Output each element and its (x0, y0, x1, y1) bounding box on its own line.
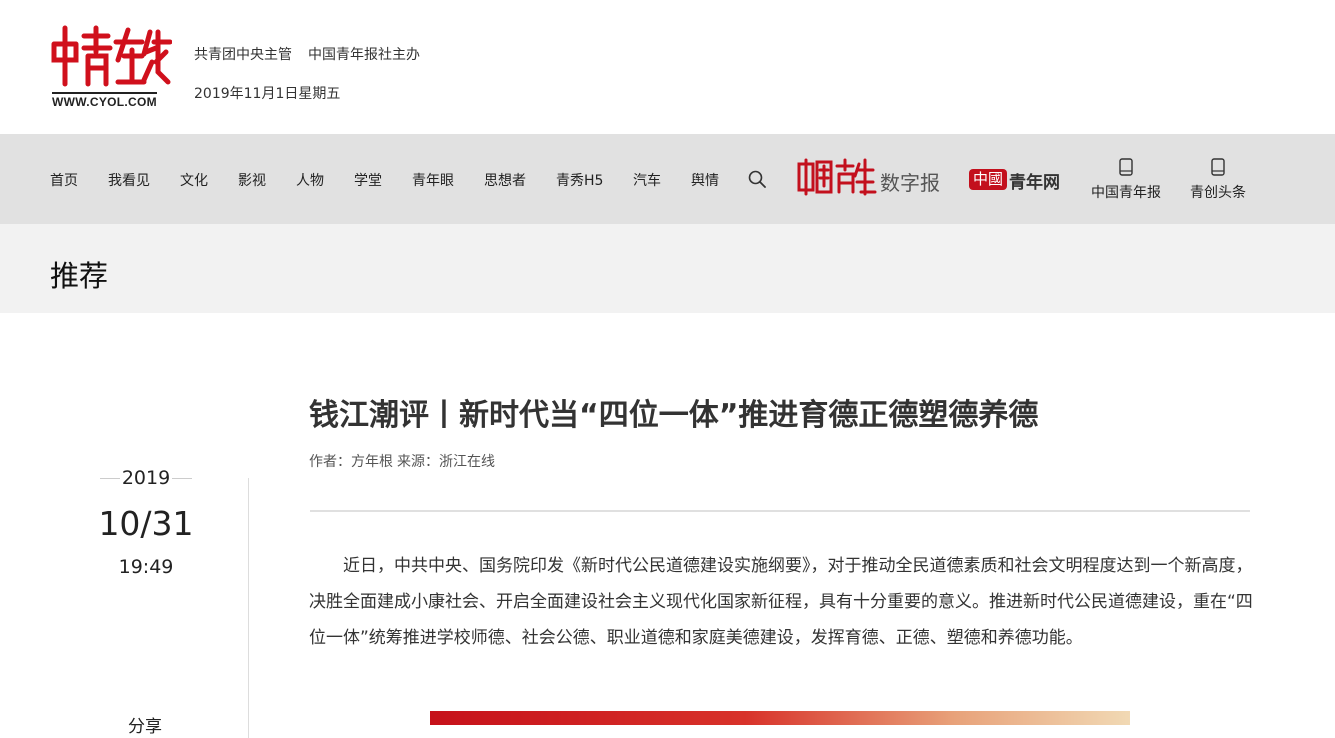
app-link-label: 青创头条 (1190, 185, 1246, 201)
publish-year: 2019 (121, 467, 171, 489)
article-paragraph: 近日，中共中央、国务院印发《新时代公民道德建设实施纲要》，对于推动全民道德素质和… (309, 556, 1253, 648)
tablet-icon (1119, 158, 1133, 176)
publish-time: 19:49 (118, 556, 174, 578)
article-source: 来源：浙江在线 (397, 454, 495, 470)
article-author: 作者：方年根 (309, 454, 393, 470)
site-url: WWW.CYOL.COM (52, 92, 157, 109)
divider (310, 510, 1250, 512)
digital-edition-label[interactable]: 数字报 (880, 167, 940, 196)
divider (248, 478, 249, 738)
app-link-label: 中国青年报 (1091, 185, 1161, 201)
divider (172, 478, 192, 479)
nav-item-youth-eye[interactable]: 青年眼 (412, 170, 454, 190)
nav-item-culture[interactable]: 文化 (180, 170, 208, 190)
divider (100, 478, 120, 479)
app-link-cyd[interactable]: 中国青年报 (1091, 156, 1161, 202)
nav-item-thinker[interactable]: 思想者 (484, 170, 526, 190)
sponsor-2: 中国青年报社主办 (308, 47, 420, 63)
publish-month-day: 10/31 (98, 504, 194, 543)
article-image (430, 711, 1130, 725)
nav-item-people[interactable]: 人物 (296, 170, 324, 190)
publish-date: 2019 10/31 19:49 (96, 466, 196, 578)
tablet-icon (1211, 158, 1225, 176)
app-link-qctt[interactable]: 青创头条 (1190, 156, 1246, 202)
current-date: 2019年11月1日星期五 (194, 86, 341, 102)
nav-item-wokanjian[interactable]: 我看见 (108, 170, 150, 190)
nav-item-auto[interactable]: 汽车 (633, 170, 661, 190)
sponsor-1: 共青团中央主管 (194, 47, 292, 63)
nav-item-home[interactable]: 首页 (50, 170, 78, 190)
nav-item-school[interactable]: 学堂 (354, 170, 382, 190)
section-band (0, 224, 1335, 313)
article-meta: 作者：方年根 来源：浙江在线 (309, 451, 495, 471)
nav-item-film[interactable]: 影视 (238, 170, 266, 190)
cyol-logo[interactable] (48, 22, 172, 88)
search-icon[interactable] (748, 170, 766, 188)
year-row: 2019 (96, 466, 196, 490)
section-title: 推荐 (50, 259, 109, 293)
nav-item-h5[interactable]: 青秀H5 (556, 170, 603, 190)
cyn-label[interactable]: 青年网 (1009, 168, 1060, 193)
article-title: 钱江潮评丨新时代当“四位一体”推进育德正德塑德养德 (309, 398, 1039, 433)
nav-item-opinion[interactable]: 舆情 (691, 170, 719, 190)
sponsor-line: 共青团中央主管 中国青年报社主办 (194, 44, 420, 64)
cyn-badge[interactable]: 中國 (969, 169, 1008, 190)
